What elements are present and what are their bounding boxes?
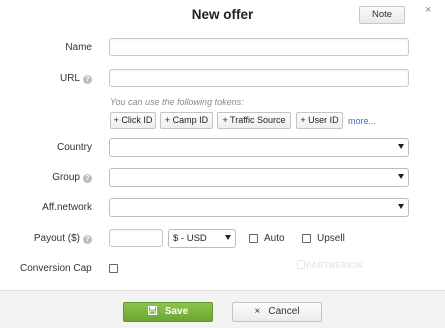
upsell-checkbox[interactable] [302, 234, 311, 243]
token-camp-id-button[interactable]: + Camp ID [160, 112, 213, 129]
url-label: URL? [0, 73, 92, 84]
dialog-footer: Save × Cancel [0, 290, 445, 328]
country-label: Country [56, 142, 92, 153]
caret-down-icon [398, 204, 404, 209]
country-select[interactable] [109, 138, 409, 157]
caret-down-icon [225, 235, 231, 240]
close-icon[interactable]: × [425, 4, 431, 16]
conversion-cap-label: Conversion Cap [20, 263, 92, 274]
aff-network-select[interactable] [109, 198, 409, 217]
caret-down-icon [398, 174, 404, 179]
name-input[interactable] [109, 38, 409, 56]
currency-select[interactable]: $ - USD [168, 229, 236, 248]
save-button[interactable]: Save [123, 302, 213, 322]
new-offer-dialog: New offer Note × Name URL? You can use t… [0, 0, 445, 328]
upsell-label: Upsell [317, 233, 345, 244]
payout-label: Payout ($)? [0, 233, 92, 244]
question-circle-icon[interactable]: ? [83, 235, 92, 244]
auto-checkbox[interactable] [249, 234, 258, 243]
group-label: Group? [0, 172, 92, 183]
tokens-hint: You can use the following tokens: [110, 97, 244, 107]
watermark-logo-icon [297, 260, 305, 269]
token-click-id-button[interactable]: + Click ID [110, 112, 156, 129]
question-circle-icon[interactable]: ? [83, 174, 92, 183]
cancel-button[interactable]: × Cancel [232, 302, 322, 322]
conversion-cap-checkbox[interactable] [109, 264, 118, 273]
payout-input[interactable] [109, 229, 163, 247]
note-button[interactable]: Note [359, 6, 405, 24]
close-icon: × [254, 306, 261, 317]
auto-label: Auto [264, 233, 285, 244]
aff-network-label: Aff.network [42, 202, 92, 213]
token-traffic-source-button[interactable]: + Traffic Source [217, 112, 291, 129]
floppy-disk-icon [147, 303, 157, 321]
watermark-text: PARTNERKIN [306, 261, 363, 270]
token-user-id-button[interactable]: + User ID [296, 112, 343, 129]
url-input[interactable] [109, 69, 409, 87]
question-circle-icon[interactable]: ? [83, 75, 92, 84]
more-tokens-link[interactable]: more... [348, 116, 376, 126]
name-label: Name [65, 42, 92, 53]
caret-down-icon [398, 144, 404, 149]
group-select[interactable] [109, 168, 409, 187]
